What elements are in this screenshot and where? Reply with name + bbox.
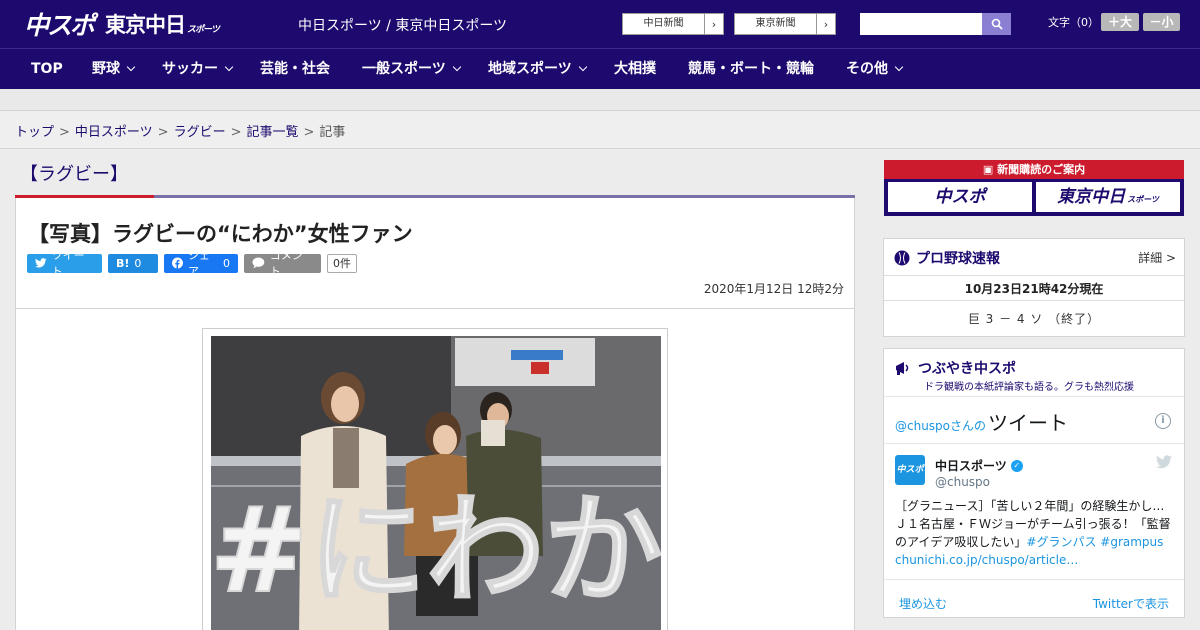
chunichi-shimbun-link[interactable]: 中日新聞 › — [622, 13, 724, 35]
nav-general-sports[interactable]: 一般スポーツ — [362, 49, 461, 89]
speech-bubble-icon — [252, 257, 265, 269]
share-buttons: ツイート B! 0 シェア 0 コメント 0件 — [27, 249, 357, 278]
tsubuyaki-subtitle: ドラ観戦の本紙評論家も語る。グラも熱烈応援 — [924, 382, 1134, 393]
tweet-link[interactable]: chunichi.co.jp/chuspo/article… — [895, 553, 1078, 567]
megaphone-icon — [896, 362, 909, 375]
avatar[interactable]: 中スポ — [895, 455, 925, 485]
nav-entertainment[interactable]: 芸能・社会 — [260, 49, 330, 89]
breadcrumb-article-list[interactable]: 記事一覧 — [247, 125, 299, 140]
breadcrumb-top[interactable]: トップ — [15, 125, 54, 140]
tokyo-shimbun-link[interactable]: 東京新聞 › — [734, 13, 836, 35]
photo-sign-text: #にわか — [211, 481, 661, 619]
font-size-label: 文字（0） — [1048, 16, 1099, 29]
twitter-bird-icon[interactable] — [1156, 455, 1172, 469]
subscription-banner[interactable]: ▣ 新聞購読のご案内 中スポ 東京中日 スポーツ — [884, 160, 1184, 216]
search-button[interactable] — [982, 13, 1011, 35]
comment-count: 0件 — [327, 253, 357, 273]
logo-tokyo-chunichi: 東京中日 スポーツ — [105, 13, 220, 37]
main-nav: TOP 野球 サッカー 芸能・社会 一般スポーツ 地域スポーツ 大相撲 競馬・ボ… — [0, 48, 1200, 89]
twitter-embed: @chuspoさんの ツイート i 中スポ 中日スポーツ ✓ @chuspo ［グラ… — [884, 396, 1184, 629]
top-header: 中スポ 東京中日 スポーツ 中日スポーツ / 東京中日スポーツ 中日新聞 › 東京… — [0, 0, 1200, 48]
ad-strip — [0, 89, 1200, 111]
article-title: 【写真】ラグビーの“にわか”女性ファン — [28, 222, 413, 246]
search-input[interactable] — [860, 13, 982, 35]
info-icon[interactable]: i — [1155, 413, 1171, 429]
search-icon — [991, 18, 1003, 30]
breadcrumb-current: 記事 — [319, 125, 346, 140]
tweet-user-name[interactable]: 中日スポーツ ✓ — [935, 457, 1023, 474]
baseball-details-link[interactable]: 詳細 > — [1138, 249, 1176, 266]
chevron-right-icon: › — [711, 17, 717, 31]
font-smaller-button[interactable]: －小 — [1143, 13, 1180, 31]
font-larger-button[interactable]: ＋大 — [1101, 13, 1139, 31]
embed-title: @chuspoさんの ツイート — [895, 411, 1069, 435]
tweet-text: ［グラニュース］「苦しい２年間」の経験生かし…Ｊ１名古屋・ＦＷジョーがチーム引っ… — [895, 499, 1171, 567]
baseball-scores-title: プロ野球速報 — [894, 248, 1000, 268]
chevron-down-icon — [224, 62, 234, 72]
nav-racing[interactable]: 競馬・ボート・競輪 — [688, 49, 814, 89]
facebook-count: 0 — [223, 256, 230, 270]
article-card: 【写真】ラグビーの“にわか”女性ファン ツイート B! 0 シェア 0 コメント… — [15, 198, 855, 630]
facebook-icon — [172, 257, 183, 269]
nav-top[interactable]: TOP — [31, 49, 63, 89]
tweet-hashtags[interactable]: #グランパス #grampus — [1026, 535, 1163, 549]
embed-handle[interactable]: @chuspo — [895, 419, 950, 433]
hatena-bookmark-button[interactable]: B! 0 — [108, 253, 158, 273]
baseball-icon — [894, 250, 910, 266]
article-photo[interactable]: #にわか — [211, 336, 661, 630]
hatena-count: 0 — [134, 256, 142, 270]
breadcrumb-rugby[interactable]: ラグビー — [174, 125, 226, 140]
tweet-button[interactable]: ツイート — [27, 249, 102, 278]
embed-footer: 埋め込む Twitterで表示 — [884, 579, 1184, 629]
tsubuyaki-card: つぶやき中スポ ドラ観戦の本紙評論家も語る。グラも熱烈応援 @chuspoさんの… — [883, 348, 1185, 618]
nav-baseball[interactable]: 野球 — [92, 49, 136, 89]
verified-badge-icon: ✓ — [1010, 459, 1023, 472]
section-title: 【ラグビー】 — [20, 164, 128, 185]
article-photo-frame: #にわか — [202, 328, 668, 630]
tsubuyaki-title: つぶやき中スポ — [894, 358, 1016, 378]
breadcrumb-chunichi-sports[interactable]: 中日スポーツ — [75, 125, 153, 140]
breadcrumb: トップ > 中日スポーツ > ラグビー > 記事一覧 > 記事 — [15, 125, 346, 140]
subscribe-chuspo-logo[interactable]: 中スポ — [888, 182, 1032, 212]
twitter-bird-icon — [35, 258, 47, 268]
subscribe-tokyo-chunichi-logo[interactable]: 東京中日 スポーツ — [1036, 182, 1180, 212]
nav-other[interactable]: その他 — [846, 49, 904, 89]
chevron-down-icon — [126, 62, 136, 72]
nav-local-sports[interactable]: 地域スポーツ — [488, 49, 587, 89]
subscription-title: ▣ 新聞購読のご案内 — [884, 160, 1184, 179]
article-date: 2020年1月12日 12時2分 — [703, 282, 844, 296]
nav-sumo[interactable]: 大相撲 — [614, 49, 656, 89]
chevron-right-icon: › — [823, 17, 829, 31]
hatena-icon: B! — [116, 256, 130, 270]
logo-chuspo: 中スポ — [24, 11, 95, 40]
breadcrumb-bar: トップ > 中日スポーツ > ラグビー > 記事一覧 > 記事 — [0, 111, 1200, 149]
baseball-score[interactable]: 巨 3 － 4 ソ （終了） — [884, 310, 1184, 327]
chevron-down-icon — [578, 62, 587, 72]
chevron-down-icon — [894, 62, 904, 72]
nav-soccer[interactable]: サッカー — [162, 49, 234, 89]
newspaper-icon: ▣ — [982, 163, 998, 176]
baseball-scores-card: プロ野球速報 詳細 > 10月23日21時42分現在 巨 3 － 4 ソ （終了… — [883, 238, 1185, 337]
baseball-asof: 10月23日21時42分現在 — [964, 282, 1104, 296]
site-logo[interactable]: 中スポ 東京中日 スポーツ — [24, 8, 220, 40]
comment-button[interactable]: コメント — [244, 249, 321, 278]
view-on-twitter-link[interactable]: Twitterで表示 — [1093, 595, 1169, 612]
chevron-down-icon — [452, 62, 461, 72]
embed-link[interactable]: 埋め込む — [899, 595, 947, 612]
tweet-user-handle[interactable]: @chuspo — [935, 475, 990, 489]
site-name: 中日スポーツ / 東京中日スポーツ — [298, 18, 508, 34]
facebook-share-button[interactable]: シェア 0 — [164, 249, 238, 278]
